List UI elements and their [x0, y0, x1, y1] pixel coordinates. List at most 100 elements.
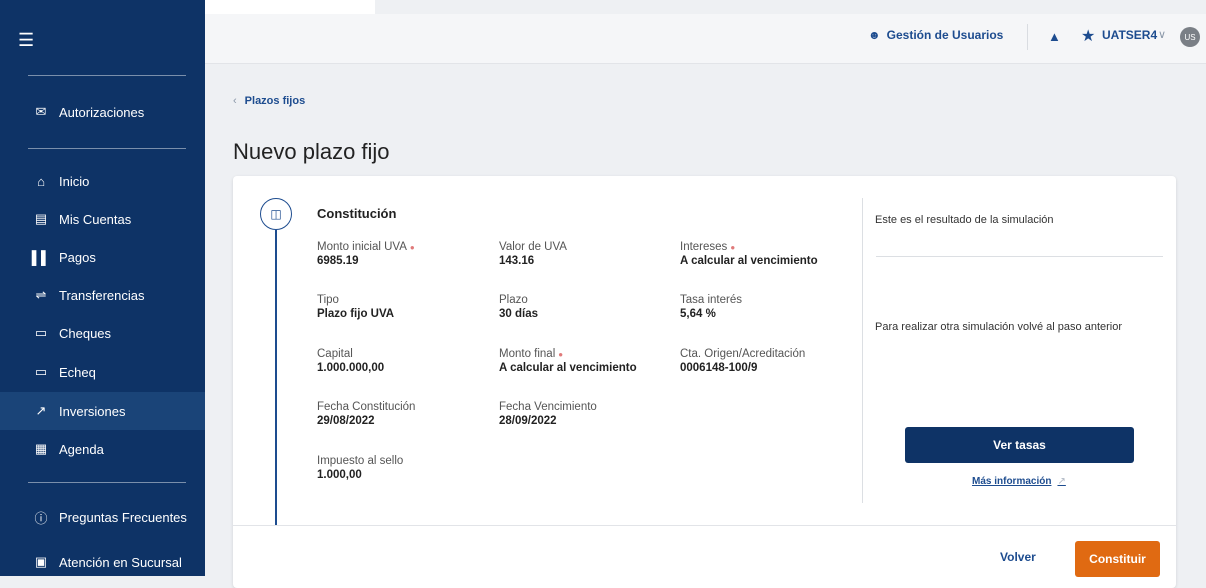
user-management-link[interactable]: ☻ Gestión de Usuarios	[868, 28, 1003, 42]
envelope-icon: ✉	[35, 104, 47, 119]
field-value: A calcular al vencimiento	[680, 255, 818, 267]
sidebar-item-label: Agenda	[59, 441, 104, 457]
section-title: Constitución	[317, 206, 397, 221]
field-tipo: Tipo Plazo fijo UVA	[317, 294, 394, 320]
field-value: 29/08/2022	[317, 415, 375, 427]
question-circle-icon: ⓘ	[34, 510, 48, 526]
field-impuesto-sello: Impuesto al sello 1.000,00	[317, 455, 403, 481]
sidebar-item-autorizaciones[interactable]: ✉ Autorizaciones	[0, 93, 205, 131]
chevron-down-icon[interactable]: ∨	[1158, 28, 1166, 41]
submit-button[interactable]: Constituir	[1075, 541, 1160, 577]
field-label: Monto inicial UVA	[317, 241, 407, 253]
sidebar-item-label: Preguntas Frecuentes	[59, 509, 187, 525]
field-label: Fecha Constitución	[317, 401, 416, 413]
sidebar-item-label: Inicio	[59, 173, 90, 189]
sidebar-item-agenda[interactable]: ▦ Agenda	[0, 430, 205, 468]
simulation-result-text: Este es el resultado de la simulación	[875, 214, 1054, 226]
sidebar-item-echeq[interactable]: ▭ Echeq	[0, 353, 205, 391]
wallet-icon: ▤	[34, 211, 48, 226]
users-icon: ☻	[868, 28, 881, 42]
sidebar-item-label: Atención en Sucursal	[59, 554, 182, 570]
username-label[interactable]: UATSER4	[1102, 28, 1157, 42]
field-monto-inicial: Monto inicial UVA ● 6985.19	[317, 241, 415, 267]
view-rates-button[interactable]: Ver tasas	[905, 427, 1134, 463]
sidebar-divider	[28, 482, 186, 483]
field-value: 5,64 %	[680, 308, 716, 320]
sidebar-divider	[28, 75, 186, 76]
sidebar-item-label: Inversiones	[59, 403, 126, 419]
sidebar-item-cheques[interactable]: ▭ Cheques	[0, 314, 205, 352]
constitution-card: ◫ Constitución Monto inicial UVA ● 6985.1…	[233, 176, 1176, 588]
top-strip	[205, 0, 375, 14]
sidebar-divider	[28, 148, 186, 149]
topbar-divider	[1027, 24, 1028, 50]
field-label: Plazo	[499, 294, 528, 306]
field-plazo: Plazo 30 días	[499, 294, 538, 320]
breadcrumb[interactable]: ‹ Plazos fijos	[233, 95, 305, 107]
sidebar: ☰ ✉ Autorizaciones ⌂ Inicio ▤ Mis Cuenta…	[0, 0, 205, 576]
field-label: Intereses	[680, 241, 728, 253]
bell-icon[interactable]: ▲	[1048, 29, 1061, 44]
sidebar-item-preguntas-frecuentes[interactable]: ⓘ Preguntas Frecuentes	[0, 498, 205, 536]
sidebar-item-label: Autorizaciones	[59, 104, 145, 120]
star-icon[interactable]: ★	[1081, 26, 1095, 46]
sidebar-item-label: Cheques	[59, 325, 112, 341]
barcode-icon: ▌▌	[31, 249, 51, 265]
field-label: Valor de UVA	[499, 241, 567, 253]
sidebar-item-label: Pagos	[59, 249, 96, 265]
info-icon[interactable]: ●	[730, 243, 735, 252]
field-valor-uva: Valor de UVA 143.16	[499, 241, 567, 267]
field-monto-final: Monto final ● A calcular al vencimiento	[499, 348, 637, 374]
trend-up-icon: ↗	[35, 403, 47, 418]
card-footer-divider	[233, 525, 1176, 526]
check-icon: ▭	[34, 325, 48, 340]
more-info-link[interactable]: Más información ↗	[972, 476, 1066, 487]
field-value: 143.16	[499, 255, 535, 267]
monitor-icon: ▣	[34, 554, 48, 569]
field-value: 28/09/2022	[499, 415, 557, 427]
field-fecha-constitucion: Fecha Constitución 29/08/2022	[317, 401, 415, 427]
panel-divider	[862, 198, 863, 503]
field-value: 1.000,00	[317, 469, 362, 481]
more-info-label: Más información	[972, 476, 1052, 487]
home-icon: ⌂	[37, 173, 45, 189]
field-intereses: Intereses ● A calcular al vencimiento	[680, 241, 818, 267]
back-button[interactable]: Volver	[1000, 550, 1036, 564]
panel-divider	[876, 256, 1163, 257]
field-label: Fecha Vencimiento	[499, 401, 597, 413]
hamburger-icon[interactable]: ☰	[18, 30, 34, 51]
field-fecha-vencimiento: Fecha Vencimiento 28/09/2022	[499, 401, 597, 427]
sidebar-item-pagos[interactable]: ▌▌ Pagos	[0, 238, 205, 276]
transfer-arrows-icon: ⇌	[35, 287, 47, 302]
field-label: Impuesto al sello	[317, 455, 404, 467]
chevron-left-icon: ‹	[233, 95, 237, 107]
field-label: Capital	[317, 348, 353, 360]
top-bar: ☻ Gestión de Usuarios ▲ ★ UATSER4 ∨ US	[205, 0, 1206, 64]
field-cuenta-origen: Cta. Origen/Acreditación 0006148-100/9	[680, 348, 805, 374]
avatar[interactable]: US	[1180, 27, 1200, 47]
info-icon[interactable]: ●	[558, 350, 563, 359]
field-value: 1.000.000,00	[317, 362, 385, 374]
field-tasa-interes: Tasa interés 5,64 %	[680, 294, 742, 320]
sidebar-item-label: Transferencias	[59, 287, 145, 303]
field-label: Tasa interés	[680, 294, 743, 306]
sidebar-item-mis-cuentas[interactable]: ▤ Mis Cuentas	[0, 200, 205, 238]
field-label: Tipo	[317, 294, 339, 306]
step-line	[275, 230, 277, 525]
echeq-icon: ▭	[34, 364, 48, 379]
simulation-redo-text: Para realizar otra simulación volvé al p…	[875, 321, 1123, 333]
field-value: A calcular al vencimiento	[499, 362, 637, 374]
breadcrumb-link[interactable]: Plazos fijos	[245, 95, 306, 107]
sidebar-item-label: Mis Cuentas	[59, 211, 132, 227]
field-label: Cta. Origen/Acreditación	[680, 348, 806, 360]
page-title: Nuevo plazo fijo	[233, 139, 390, 164]
sidebar-item-inversiones[interactable]: ↗ Inversiones	[0, 392, 205, 430]
sidebar-item-atencion-sucursal[interactable]: ▣ Atención en Sucursal	[0, 543, 205, 581]
sidebar-item-transferencias[interactable]: ⇌ Transferencias	[0, 276, 205, 314]
field-value: 6985.19	[317, 255, 359, 267]
sidebar-item-label: Echeq	[59, 364, 96, 380]
field-value: Plazo fijo UVA	[317, 308, 395, 320]
sidebar-item-inicio[interactable]: ⌂ Inicio	[0, 162, 205, 200]
field-value: 30 días	[499, 308, 538, 320]
info-icon[interactable]: ●	[410, 243, 415, 252]
